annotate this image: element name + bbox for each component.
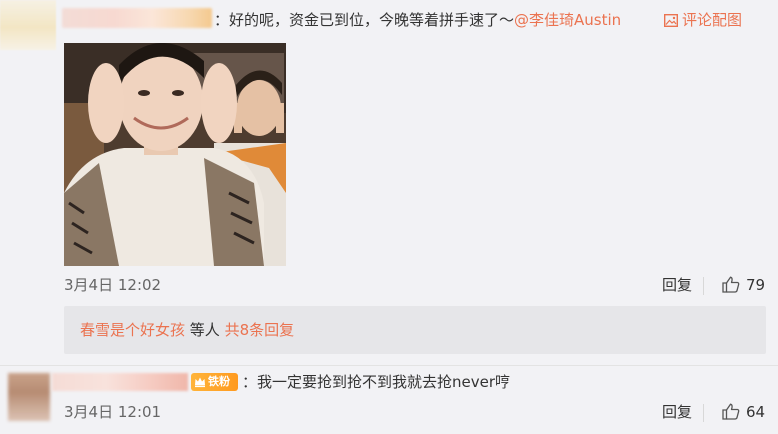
reply-button[interactable]: 回复 bbox=[662, 275, 692, 295]
comment-body: ：好的呢，资金已到位，今晚等着拼手速了～ bbox=[214, 11, 515, 29]
subreply-author-link[interactable]: 春雪是个好女孩 bbox=[80, 321, 185, 339]
mention-link[interactable]: @李佳琦Austin bbox=[514, 11, 621, 29]
comment-photo-image bbox=[64, 43, 286, 266]
image-icon bbox=[663, 13, 679, 28]
masked-username[interactable] bbox=[52, 373, 188, 391]
reply-button[interactable]: 回复 bbox=[662, 402, 692, 422]
comment-text: ：我一定要抢到抢不到我就去抢never哼 bbox=[242, 373, 511, 391]
action-divider bbox=[703, 404, 704, 422]
comment-photo[interactable] bbox=[64, 43, 286, 266]
comment-divider bbox=[0, 365, 778, 366]
like-count: 79 bbox=[746, 276, 766, 294]
thumbs-up-icon bbox=[722, 276, 740, 293]
avatar[interactable] bbox=[0, 0, 56, 50]
fan-badge[interactable]: 铁粉 bbox=[191, 373, 238, 391]
like-button[interactable]: 79 bbox=[722, 275, 765, 295]
view-more-replies-link[interactable]: 共8条回复 bbox=[225, 321, 295, 339]
fan-badge-label: 铁粉 bbox=[208, 375, 230, 388]
comment-text: ：好的呢，资金已到位，今晚等着拼手速了～@李佳琦Austin bbox=[214, 10, 621, 30]
view-comment-image-label: 评论配图 bbox=[682, 11, 743, 29]
action-divider bbox=[703, 277, 704, 295]
crown-icon bbox=[195, 377, 205, 388]
subreply-text: 等人 bbox=[189, 321, 220, 339]
like-button[interactable]: 64 bbox=[722, 402, 765, 422]
avatar[interactable] bbox=[8, 373, 50, 421]
comment-timestamp: 3月4日 12:02 bbox=[64, 276, 162, 294]
subreply-item: 春雪是个好女孩 等人 共8条回复 bbox=[80, 320, 294, 340]
view-comment-image-link[interactable]: 评论配图 bbox=[663, 10, 743, 30]
thumbs-up-icon bbox=[722, 403, 740, 420]
masked-username[interactable] bbox=[62, 8, 212, 28]
like-count: 64 bbox=[746, 403, 766, 421]
comment-timestamp: 3月4日 12:01 bbox=[64, 403, 162, 421]
